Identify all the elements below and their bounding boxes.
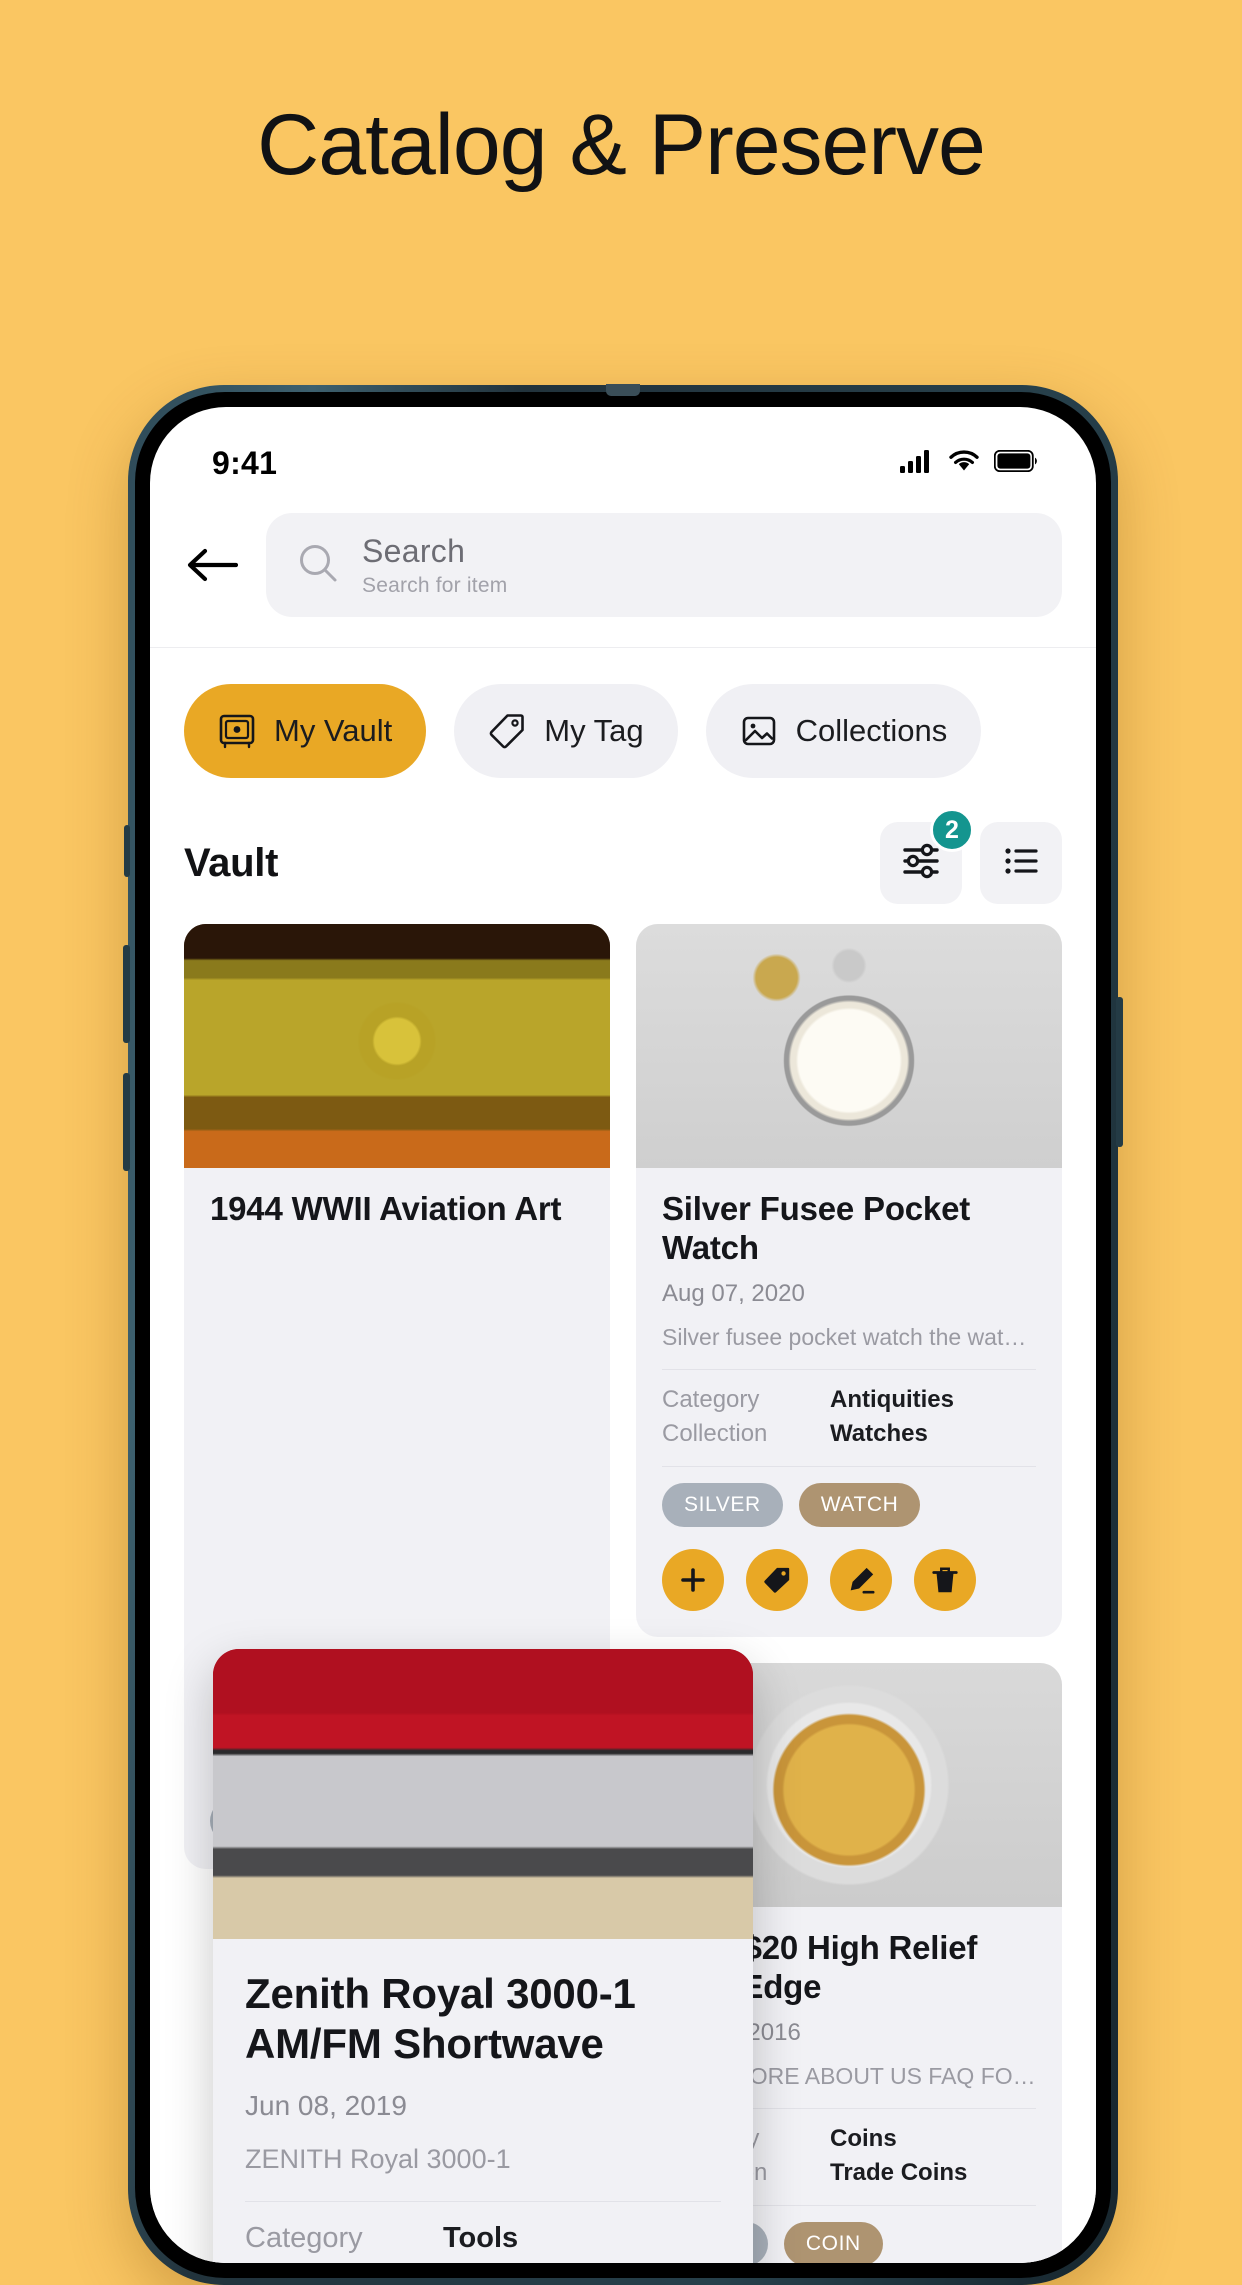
wifi-icon [948,449,980,478]
collection-label: Collection [662,1419,768,1447]
tag-chip[interactable]: COIN [783,2221,883,2263]
phone-mockup: 9:41 Search Search for item My Vault My … [123,384,1123,2285]
card-body: Silver Fusee Pocket Watch Aug 07, 2020 S… [636,1168,1062,1637]
vault-action-buttons: 2 [880,808,1062,904]
list-view-button[interactable] [980,822,1062,904]
divider [245,2200,721,2202]
tab-collections[interactable]: Collections [705,684,982,778]
card-date: Aug 07, 2020 [662,1279,805,1307]
card-category-row: Category Tools [245,2222,721,2255]
vault-header: Vault 2 [150,804,1096,924]
status-icons [900,449,1038,478]
status-bar: 9:41 [150,407,1096,493]
card-date: Jun 08, 2019 [245,2089,407,2121]
volume-up-button[interactable] [123,945,130,1043]
card-actions [662,1548,1036,1611]
cellular-signal-icon [900,449,934,478]
category-label: Category [662,1385,760,1413]
search-icon [296,541,340,590]
divider [662,1465,1036,1467]
category-label: Category [245,2221,363,2254]
filter-button[interactable]: 2 [880,808,974,904]
card-zenith-featured[interactable]: Zenith Royal 3000-1 AM/FM Shortwave Jun … [213,1649,753,2263]
card-title: Silver Fusee Pocket Watch [662,1190,971,1266]
tab-collections-label: Collections [795,713,948,748]
page-title: Catalog & Preserve [257,97,986,193]
battery-icon [993,449,1038,477]
tab-my-vault[interactable]: My Vault [184,684,427,778]
card-title: 1944 WWII Aviation Art [210,1190,562,1227]
card-title: Zenith Royal 3000-1 AM/FM Shortwave [245,1970,636,2068]
tag-chip[interactable]: SILVER [662,1482,783,1527]
search-input[interactable]: Search Search for item [266,513,1062,617]
edit-button[interactable] [830,1548,892,1611]
collection-value: Watches [830,1419,928,1447]
divider [662,1368,1036,1370]
phone-bezel: 9:41 Search Search for item My Vault My … [135,384,1111,2278]
collection-value: Trade Coins [830,2158,968,2186]
card-image [213,1649,753,1939]
category-value: Tools [443,2221,519,2254]
tag-icon [488,712,526,750]
back-arrow-icon[interactable] [184,537,240,593]
card-description: Silver fusee pocket watch the watch... [662,1323,1036,1350]
card-body: Zenith Royal 3000-1 AM/FM Shortwave Jun … [213,1939,753,2263]
card-description: ZENITH Royal 3000-1 [245,2143,511,2174]
add-button[interactable] [662,1548,724,1611]
card-watch[interactable]: Silver Fusee Pocket Watch Aug 07, 2020 S… [636,924,1062,1637]
vault-section-title: Vault [184,840,279,885]
tab-my-vault-label: My Vault [274,713,393,748]
search-placeholder-title: Search [362,532,466,569]
tab-bar: My Vault My Tag Collections [150,648,1096,804]
vault-icon [218,712,256,750]
category-value: Coins [830,2124,897,2152]
search-header: Search Search for item [150,493,1096,648]
card-image [184,924,610,1168]
filter-count-badge: 2 [930,808,974,852]
power-button[interactable] [1116,997,1123,1147]
mute-switch[interactable] [124,825,130,877]
search-placeholder-subtitle: Search for item [362,573,508,597]
list-view-icon [999,839,1043,888]
tag-button[interactable] [746,1548,808,1611]
phone-screen: 9:41 Search Search for item My Vault My … [150,407,1096,2263]
delete-button[interactable] [914,1548,976,1611]
status-clock: 9:41 [212,444,278,481]
tag-chip[interactable]: WATCH [798,1482,921,1527]
image-icon [740,712,778,750]
card-collection-row: Collection Watches [662,1420,1036,1448]
card-image [636,924,1062,1168]
volume-down-button[interactable] [123,1073,130,1171]
front-camera-icon [606,384,640,396]
tab-my-tag[interactable]: My Tag [454,684,678,778]
search-texts: Search Search for item [362,533,507,598]
tab-my-tag-label: My Tag [544,713,644,748]
card-category-row: Category Antiquities [662,1386,1036,1414]
card-tags: SILVER WATCH [662,1482,1036,1527]
category-value: Antiquities [830,1385,954,1413]
